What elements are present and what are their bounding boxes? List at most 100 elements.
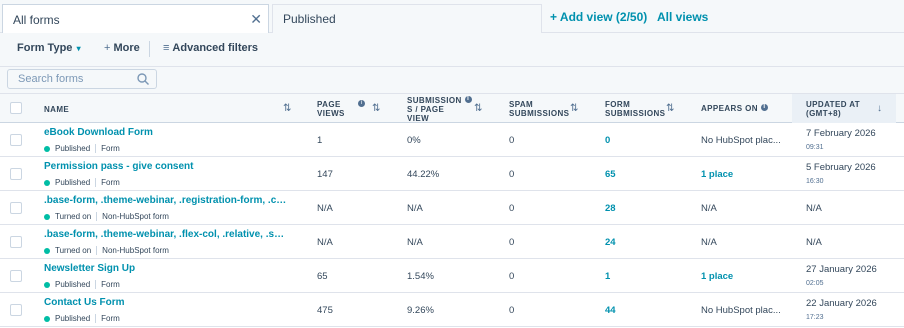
status-label: Published (55, 144, 91, 153)
row-checkbox[interactable] (10, 270, 22, 282)
column-header-appears-label: APPEARS ON (701, 104, 758, 113)
appears-on-value: N/A (701, 203, 717, 214)
submission-rate-value: N/A (407, 237, 423, 248)
form-type-label: Form (101, 314, 120, 323)
column-header-updated-at[interactable]: UPDATED AT (GMT+8) (806, 100, 860, 118)
info-icon[interactable]: i (358, 100, 365, 107)
submissions-link[interactable]: 65 (605, 169, 616, 180)
more-label: More (113, 42, 140, 54)
more-filters-button[interactable]: + More (104, 42, 140, 54)
appears-on-link[interactable]: 1 place (701, 169, 733, 180)
sort-icon[interactable]: ⇅ (283, 103, 291, 114)
page-views-value: 1 (317, 135, 323, 146)
submissions-link[interactable]: 28 (605, 203, 616, 214)
row-checkbox[interactable] (10, 134, 22, 146)
form-name-link[interactable]: Newsletter Sign Up (44, 263, 289, 274)
table-row: Newsletter Sign Up Published Form 65 1.54… (0, 259, 904, 293)
form-type-filter[interactable]: Form Type ▾ (17, 42, 81, 54)
status-dot-icon (44, 145, 50, 152)
appears-on-value: No HubSpot plac... (701, 305, 781, 316)
info-icon[interactable]: i (464, 96, 472, 103)
view-tabs-bar: All forms ✕ Published + Add view (2/50) … (0, 0, 904, 34)
row-checkbox[interactable] (10, 236, 22, 248)
form-status: Turned on Non-HubSpot form (44, 212, 169, 221)
sort-descending-icon[interactable]: ↓ (877, 103, 882, 114)
tab-all-forms-label: All forms (13, 12, 60, 27)
advanced-filters-button[interactable]: ≡ Advanced filters (163, 42, 258, 54)
form-name-link[interactable]: .base-form, .theme-webinar, .registratio… (44, 195, 289, 206)
updated-date: 27 January 2026 (806, 264, 877, 275)
column-header-spam-submissions[interactable]: SPAM SUBMISSIONS (509, 100, 569, 118)
column-header-page-views-line1: PAGE (317, 100, 341, 109)
table-header: NAME ⇅ PAGE VIEWS i ⇅ SUBMISSION i S / PA… (0, 93, 904, 123)
column-header-rate-line3: VIEW (407, 114, 430, 123)
form-status: Published Form (44, 178, 120, 187)
row-checkbox[interactable] (10, 168, 22, 180)
form-type-label: Form (101, 178, 120, 187)
column-header-page-views[interactable]: PAGE VIEWS (317, 100, 345, 118)
spam-value: 0 (509, 237, 515, 248)
all-views-link[interactable]: All views (657, 10, 708, 24)
row-checkbox[interactable] (10, 202, 22, 214)
updated-date: N/A (806, 203, 822, 214)
divider (96, 212, 98, 221)
updated-date: 7 February 2026 (806, 128, 876, 139)
table-row: Contact Us Form Published Form 475 9.26% … (0, 293, 904, 327)
advanced-filters-label: Advanced filters (172, 42, 259, 54)
sort-icon[interactable]: ⇅ (666, 103, 674, 114)
column-header-form-line2: SUBMISSIONS (605, 109, 666, 118)
submissions-link[interactable]: 0 (605, 135, 610, 146)
form-type-label: Form Type (17, 42, 73, 54)
tab-published-label: Published (283, 12, 336, 26)
column-header-submission-rate[interactable]: SUBMISSION i S / PAGE VIEW (407, 96, 472, 123)
updated-time: 02:05 (806, 280, 824, 287)
status-dot-icon (44, 179, 50, 186)
page-views-value: 147 (317, 169, 333, 180)
tab-all-forms[interactable]: All forms ✕ (2, 4, 269, 34)
column-header-form-submissions[interactable]: FORM SUBMISSIONS (605, 100, 665, 118)
updated-date: N/A (806, 237, 822, 248)
column-header-rate-line1: SUBMISSION (407, 96, 462, 105)
divider (95, 280, 97, 289)
form-type-label: Non-HubSpot form (102, 212, 169, 221)
divider (96, 246, 98, 255)
plus-icon: + (104, 42, 111, 54)
form-name-link[interactable]: eBook Download Form (44, 127, 289, 138)
search-icon[interactable] (136, 72, 150, 86)
form-status: Published Form (44, 144, 120, 153)
sort-icon[interactable]: ⇅ (372, 103, 380, 114)
appears-on-link[interactable]: 1 place (701, 271, 733, 282)
tab-published[interactable]: Published (272, 4, 542, 33)
submissions-link[interactable]: 1 (605, 271, 610, 282)
filter-lines-icon: ≡ (163, 42, 170, 54)
column-header-spam-line1: SPAM (509, 100, 534, 109)
close-icon[interactable]: ✕ (250, 11, 262, 28)
submissions-link[interactable]: 24 (605, 237, 616, 248)
status-dot-icon (44, 247, 50, 254)
form-type-label: Non-HubSpot form (102, 246, 169, 255)
form-status: Turned on Non-HubSpot form (44, 246, 169, 255)
updated-date: 5 February 2026 (806, 162, 876, 173)
status-label: Published (55, 280, 91, 289)
caret-down-icon: ▾ (74, 44, 81, 53)
updated-date: 22 January 2026 (806, 298, 877, 309)
sort-icon[interactable]: ⇅ (570, 103, 578, 114)
search-input[interactable] (7, 69, 157, 89)
page-views-value: N/A (317, 237, 333, 248)
column-header-updated-line1: UPDATED AT (806, 100, 861, 109)
info-icon[interactable]: i (760, 104, 768, 111)
select-all-checkbox[interactable] (10, 102, 22, 114)
column-header-name[interactable]: NAME (44, 105, 69, 114)
spam-value: 0 (509, 305, 515, 316)
status-dot-icon (44, 315, 50, 322)
submissions-link[interactable]: 44 (605, 305, 616, 316)
form-name-link[interactable]: Contact Us Form (44, 297, 289, 308)
form-name-link[interactable]: Permission pass - give consent (44, 161, 289, 172)
column-header-appears-on[interactable]: APPEARS ON i (701, 104, 768, 113)
form-name-link[interactable]: .base-form, .theme-webinar, .flex-col, .… (44, 229, 289, 240)
add-view-button[interactable]: + Add view (2/50) (550, 10, 647, 24)
sort-icon[interactable]: ⇅ (474, 103, 482, 114)
column-header-page-views-line2: VIEWS (317, 109, 345, 118)
row-checkbox[interactable] (10, 304, 22, 316)
updated-time: 17:23 (806, 314, 824, 321)
